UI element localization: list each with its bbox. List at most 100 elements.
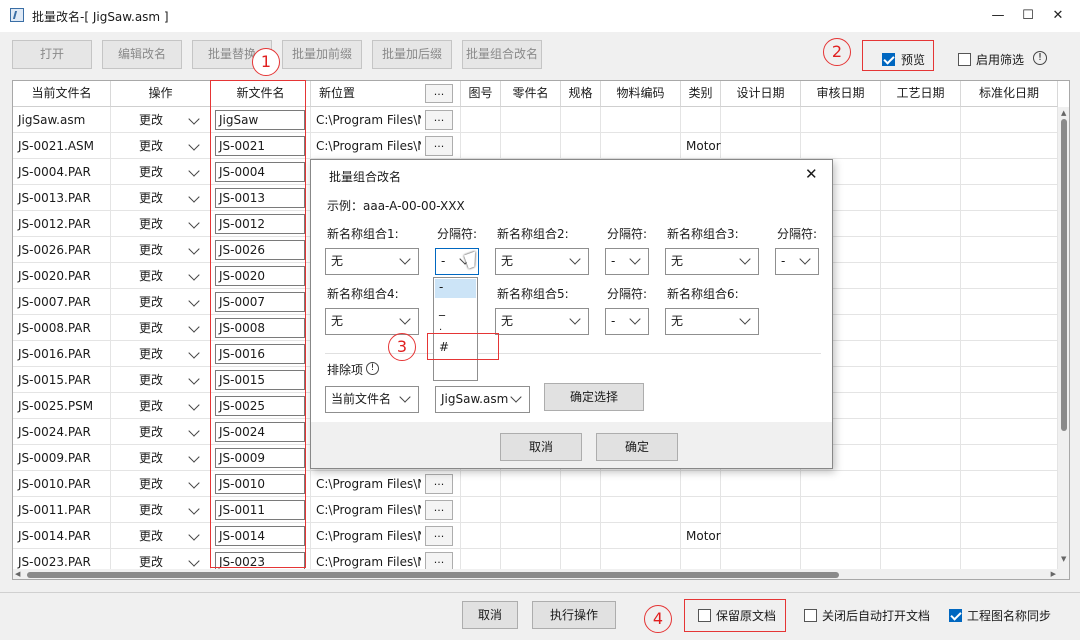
table-cell [461,471,501,497]
table-cell [961,367,1058,393]
chevron-down-icon [569,253,581,265]
table-cell [961,185,1058,211]
maximize-button[interactable]: ☐ [1013,4,1043,28]
current-filename: JS-0026.PAR [13,237,111,263]
table-row[interactable]: JigSaw.asm更改JigSawC:\Program Files\NE... [13,107,1058,133]
category-cell: Motor [686,529,721,543]
table-cell [961,133,1058,159]
table-cell [961,497,1058,523]
table-cell [961,289,1058,315]
horizontal-scrollbar[interactable]: ◀ ▶ [13,569,1058,579]
keep-original-checkbox[interactable] [698,609,711,622]
col-header-op[interactable]: 操作 [111,81,211,107]
combo3-select[interactable]: 无 [665,248,759,275]
horizontal-scroll-thumb[interactable] [27,572,839,578]
table-row[interactable]: JS-0014.PAR更改JS-0014C:\Program Files\NE.… [13,523,1058,549]
table-cell [601,497,681,523]
new-location-path: C:\Program Files\NE [316,139,421,153]
sep3-select[interactable]: - [775,248,819,275]
enable-filter-checkbox[interactable] [958,53,971,66]
table-cell [601,471,681,497]
table-cell [681,107,721,133]
table-cell [801,133,881,159]
table-cell [501,497,561,523]
dropdown-option-underscore[interactable]: _ [439,302,445,316]
edit-rename-button[interactable]: 编辑改名 [102,40,182,69]
auto-open-checkbox[interactable] [804,609,817,622]
combo5-value: 无 [501,314,514,328]
table-cell [881,523,961,549]
table-row[interactable]: JS-0011.PAR更改JS-0011C:\Program Files\NE.… [13,497,1058,523]
close-button[interactable]: ✕ [1043,4,1073,28]
current-filename: JS-0008.PAR [13,315,111,341]
confirm-select-button[interactable]: 确定选择 [544,383,644,411]
exclude-field-select[interactable]: 当前文件名 [325,386,419,413]
batch-suffix-button[interactable]: 批量加后缀 [372,40,452,69]
table-cell [461,497,501,523]
path-browse-button[interactable]: ... [425,110,453,130]
col-header-spec[interactable]: 规格 [561,81,601,107]
path-browse-button[interactable]: ... [425,526,453,546]
table-row[interactable]: JS-0010.PAR更改JS-0010C:\Program Files\NE.… [13,471,1058,497]
col-header-design-date[interactable]: 设计日期 [721,81,801,107]
current-filename: JS-0009.PAR [13,445,111,471]
path-header-browse-button[interactable]: ... [425,84,453,103]
chevron-down-icon [399,391,411,403]
batch-prefix-button[interactable]: 批量加前缀 [282,40,362,69]
table-cell [721,107,801,133]
combo6-value: 无 [671,314,684,328]
table-row[interactable]: JS-0021.ASM更改JS-0021C:\Program Files\NE.… [13,133,1058,159]
execute-button[interactable]: 执行操作 [532,601,616,629]
current-filename: JS-0007.PAR [13,289,111,315]
table-cell [881,237,961,263]
batch-combine-button[interactable]: 批量组合改名 [462,40,542,69]
vertical-scroll-thumb[interactable] [1061,119,1067,431]
combo6-label: 新名称组合6: [667,287,739,301]
combo2-value: 无 [501,254,514,268]
col-header-current[interactable]: 当前文件名 [13,81,111,107]
table-cell [881,133,961,159]
preview-checkbox[interactable] [882,53,895,66]
col-header-material[interactable]: 物料编码 [601,81,681,107]
table-cell [561,133,601,159]
col-header-drawing[interactable]: 图号 [461,81,501,107]
table-cell [961,159,1058,185]
dropdown-option-dot[interactable]: . [439,322,442,333]
info-icon[interactable]: ! [1033,51,1047,65]
drawing-sync-checkbox[interactable] [949,609,962,622]
drawing-sync-label: 工程图名称同步 [967,609,1052,623]
combo2-select[interactable]: 无 [495,248,589,275]
col-header-std-date[interactable]: 标准化日期 [961,81,1058,107]
path-browse-button[interactable]: ... [425,500,453,520]
path-browse-button[interactable]: ... [425,136,453,156]
sep5-select[interactable]: - [605,308,649,335]
dropdown-option-dash[interactable]: - [439,280,443,294]
current-filename: JS-0016.PAR [13,341,111,367]
vertical-scrollbar[interactable]: ▲ ▼ [1058,107,1069,579]
dialog-ok-button[interactable]: 确定 [596,433,678,461]
current-filename: JS-0020.PAR [13,263,111,289]
auto-open-label: 关闭后自动打开文档 [822,609,931,623]
table-cell [681,497,721,523]
col-header-process-date[interactable]: 工艺日期 [881,81,961,107]
combo5-select[interactable]: 无 [495,308,589,335]
chevron-down-icon [739,313,751,325]
minimize-button[interactable]: — [983,4,1013,28]
dialog-cancel-button[interactable]: 取消 [500,433,582,461]
current-filename: JS-0004.PAR [13,159,111,185]
col-header-partname[interactable]: 零件名 [501,81,561,107]
col-header-review-date[interactable]: 审核日期 [801,81,881,107]
col-header-category[interactable]: 类别 [681,81,721,107]
combo6-select[interactable]: 无 [665,308,759,335]
info-icon[interactable]: ! [366,362,379,375]
col-header-path[interactable]: 新位置... [311,81,461,107]
exclude-value-select[interactable]: JigSaw.asm [435,386,530,413]
sep2-select[interactable]: - [605,248,649,275]
combo1-select[interactable]: 无 [325,248,419,275]
combo4-select[interactable]: 无 [325,308,419,335]
dialog-close-icon[interactable]: ✕ [805,165,818,183]
table-cell [881,185,961,211]
cancel-button[interactable]: 取消 [462,601,518,629]
open-button[interactable]: 打开 [12,40,92,69]
path-browse-button[interactable]: ... [425,474,453,494]
